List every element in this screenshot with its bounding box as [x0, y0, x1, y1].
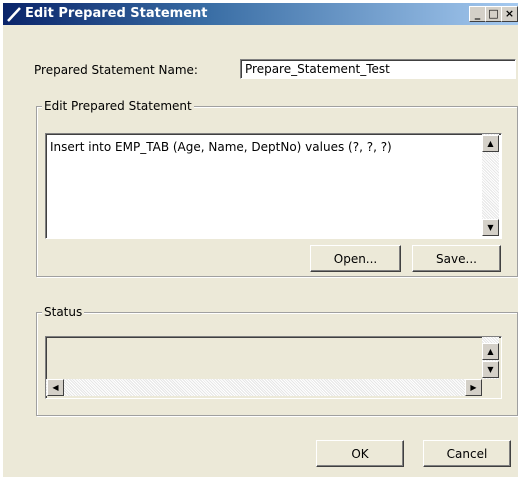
statement-vertical-scrollbar[interactable]: ▲ ▼	[482, 134, 499, 236]
save-button[interactable]: Save...	[412, 245, 501, 272]
window-title: Edit Prepared Statement	[25, 6, 208, 21]
cancel-button[interactable]: Cancel	[423, 440, 511, 467]
status-legend: Status	[42, 305, 85, 319]
scroll-up-icon[interactable]: ▲	[482, 135, 499, 152]
minimize-button[interactable]: _	[469, 6, 486, 22]
maximize-button[interactable]: □	[485, 6, 502, 22]
scroll-down-icon[interactable]: ▼	[482, 219, 499, 236]
statement-name-label: Prepared Statement Name:	[34, 63, 198, 77]
pen-icon	[6, 6, 22, 22]
status-vertical-scrollbar[interactable]: ▲ ▼	[482, 337, 499, 379]
edit-statement-legend: Edit Prepared Statement	[42, 99, 194, 113]
statement-name-input[interactable]: Prepare_Statement_Test	[240, 59, 516, 79]
statement-textarea[interactable]: Insert into EMP_TAB (Age, Name, DeptNo) …	[45, 133, 502, 239]
scroll-left-icon[interactable]: ◀	[47, 379, 64, 396]
dialog-window: Edit Prepared Statement _ □ × Prepared S…	[2, 2, 518, 477]
status-horizontal-scrollbar[interactable]: ◀ ▶	[46, 379, 482, 396]
ok-button[interactable]: OK	[316, 440, 404, 467]
status-scroll-up-icon[interactable]: ▲	[482, 343, 499, 360]
statement-text: Insert into EMP_TAB (Age, Name, DeptNo) …	[50, 140, 392, 154]
title-bar[interactable]: Edit Prepared Statement _ □ ×	[3, 3, 518, 25]
status-scroll-down-icon[interactable]: ▼	[482, 361, 499, 378]
close-button[interactable]: ×	[501, 6, 518, 22]
status-textarea[interactable]: ▲ ▼ ◀ ▶	[45, 336, 502, 399]
open-button[interactable]: Open...	[310, 245, 401, 272]
scroll-right-icon[interactable]: ▶	[465, 379, 482, 396]
